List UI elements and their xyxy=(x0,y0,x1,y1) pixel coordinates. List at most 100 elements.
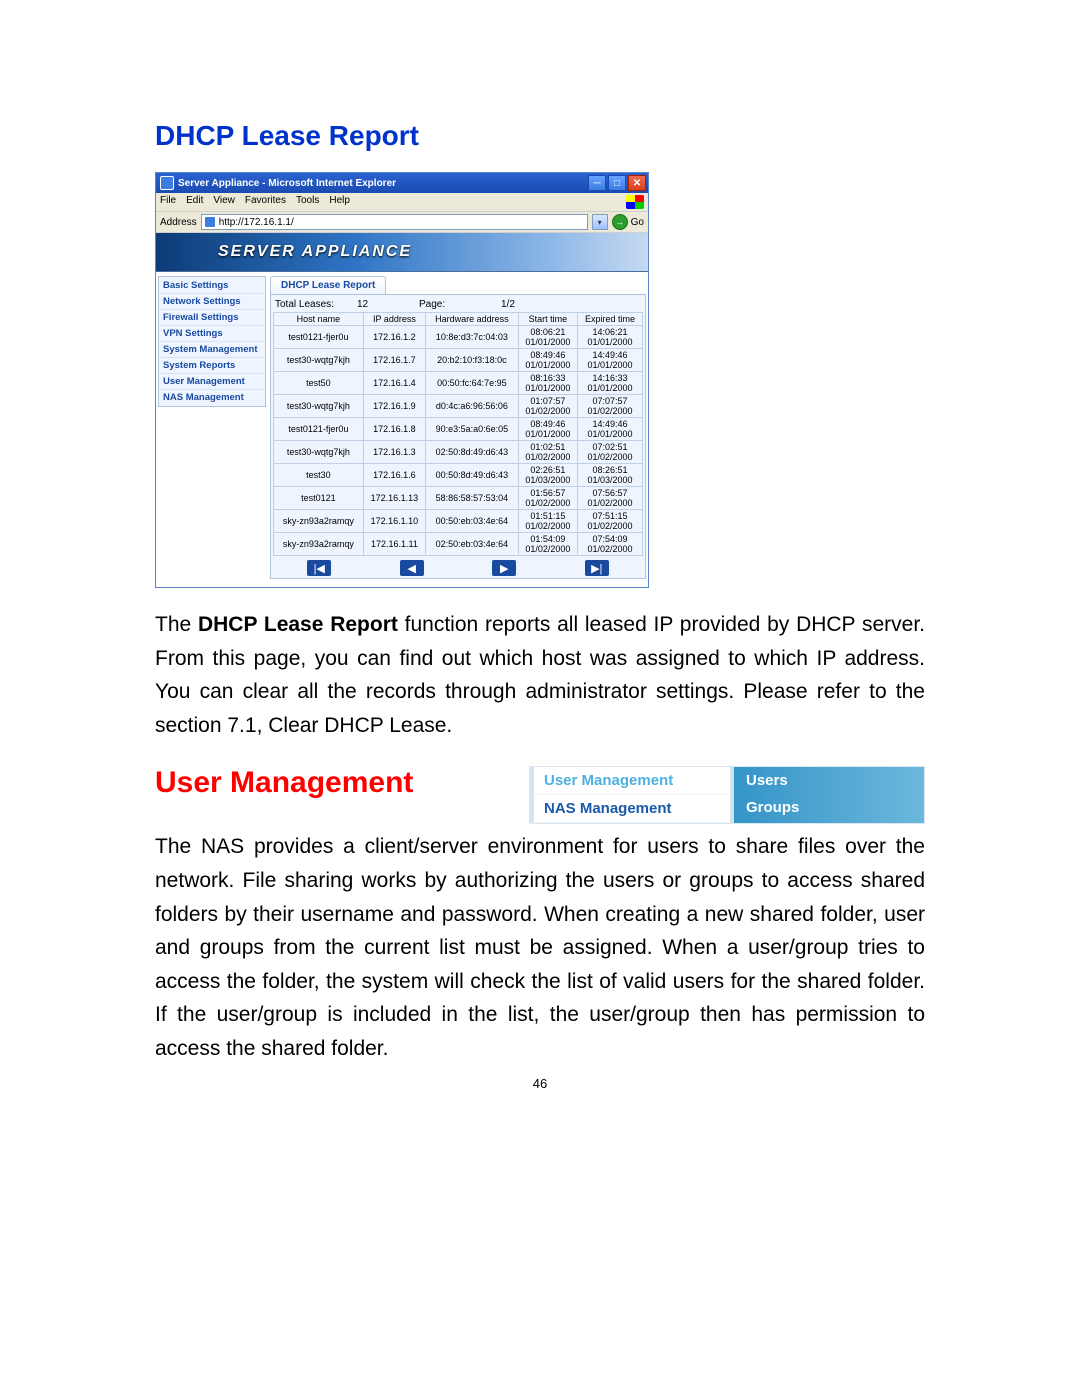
table-cell: test0121-fjer0u xyxy=(274,418,364,441)
menu-help[interactable]: Help xyxy=(329,195,350,209)
close-button[interactable]: ✕ xyxy=(628,175,646,191)
table-row: test0121-fjer0u172.16.1.210:8e:d3:7c:04:… xyxy=(274,326,643,349)
table-cell: test0121 xyxy=(274,487,364,510)
table-cell: 172.16.1.7 xyxy=(363,349,425,372)
table-row: test0121172.16.1.1358:86:58:57:53:0401:5… xyxy=(274,487,643,510)
ie-icon xyxy=(160,176,174,190)
table-cell: 172.16.1.3 xyxy=(363,441,425,464)
menu-favorites[interactable]: Favorites xyxy=(245,195,286,209)
sidebar-item-vpn-settings[interactable]: VPN Settings xyxy=(160,326,264,342)
table-cell: 07:51:1501/02/2000 xyxy=(577,510,642,533)
table-cell: 01:54:0901/02/2000 xyxy=(518,533,577,556)
table-row: test30-wqtg7kjh172.16.1.302:50:8d:49:d6:… xyxy=(274,441,643,464)
table-cell: test30-wqtg7kjh xyxy=(274,395,364,418)
main-panel: DHCP Lease Report Total Leases: 12 Page:… xyxy=(268,274,648,581)
col-hw: Hardware address xyxy=(425,313,518,326)
total-leases-label: Total Leases: xyxy=(275,299,357,310)
table-cell: 08:16:3301/01/2000 xyxy=(518,372,577,395)
sidebar-item-system-reports[interactable]: System Reports xyxy=(160,358,264,374)
table-row: test0121-fjer0u172.16.1.890:e3:5a:a0:6e:… xyxy=(274,418,643,441)
go-arrow-icon: → xyxy=(612,214,628,230)
table-cell: 01:07:5701/02/2000 xyxy=(518,395,577,418)
paragraph-user-management-description: The NAS provides a client/server environ… xyxy=(155,830,925,1065)
table-cell: 01:56:5701/02/2000 xyxy=(518,487,577,510)
table-cell: 14:16:3301/01/2000 xyxy=(577,372,642,395)
screenshot-ie-window: Server Appliance - Microsoft Internet Ex… xyxy=(155,172,649,588)
menu-view[interactable]: View xyxy=(213,195,235,209)
menu-bar: File Edit View Favorites Tools Help xyxy=(156,193,648,212)
sidebar-item-system-management[interactable]: System Management xyxy=(160,342,264,358)
address-url: http://172.16.1.1/ xyxy=(219,217,294,228)
table-cell: sky-zn93a2ramqy xyxy=(274,510,364,533)
table-cell: 172.16.1.11 xyxy=(363,533,425,556)
table-cell: 07:56:5701/02/2000 xyxy=(577,487,642,510)
table-cell: 172.16.1.10 xyxy=(363,510,425,533)
page-label: Page: xyxy=(419,299,501,310)
ie-page-icon xyxy=(204,216,216,228)
table-cell: 14:49:4601/01/2000 xyxy=(577,349,642,372)
table-cell: 02:50:eb:03:4e:64 xyxy=(425,533,518,556)
table-cell: 08:49:4601/01/2000 xyxy=(518,349,577,372)
col-host: Host name xyxy=(274,313,364,326)
submenu-groups[interactable]: Groups xyxy=(734,794,924,821)
col-expired: Expired time xyxy=(577,313,642,326)
submenu-users[interactable]: Users xyxy=(734,767,924,794)
table-cell: test30-wqtg7kjh xyxy=(274,349,364,372)
table-cell: 172.16.1.2 xyxy=(363,326,425,349)
menu-nas-management[interactable]: NAS Management xyxy=(530,795,730,823)
table-cell: test30-wqtg7kjh xyxy=(274,441,364,464)
address-label: Address xyxy=(160,217,197,228)
sidebar-item-user-management[interactable]: User Management xyxy=(160,374,264,390)
heading-dhcp-lease-report: DHCP Lease Report xyxy=(155,120,925,152)
table-cell: test30 xyxy=(274,464,364,487)
table-cell: 01:51:1501/02/2000 xyxy=(518,510,577,533)
table-row: sky-zn93a2ramqy172.16.1.1102:50:eb:03:4e… xyxy=(274,533,643,556)
table-cell: 02:50:8d:49:d6:43 xyxy=(425,441,518,464)
menu-edit[interactable]: Edit xyxy=(186,195,203,209)
table-row: test50172.16.1.400:50:fc:64:7e:9508:16:3… xyxy=(274,372,643,395)
summary-row: Total Leases: 12 Page: 1/2 xyxy=(273,297,643,312)
table-header-row: Host name IP address Hardware address St… xyxy=(274,313,643,326)
table-cell: d0:4c:a6:96:56:06 xyxy=(425,395,518,418)
go-label: Go xyxy=(631,217,644,228)
table-cell: 07:07:5701/02/2000 xyxy=(577,395,642,418)
window-titlebar: Server Appliance - Microsoft Internet Ex… xyxy=(156,173,648,193)
table-cell: 08:26:5101/03/2000 xyxy=(577,464,642,487)
table-cell: 14:49:4601/01/2000 xyxy=(577,418,642,441)
menu-user-management[interactable]: User Management xyxy=(530,767,730,795)
table-cell: test50 xyxy=(274,372,364,395)
menu-file[interactable]: File xyxy=(160,195,176,209)
table-cell: 172.16.1.13 xyxy=(363,487,425,510)
app-banner: SERVER APPLIANCE xyxy=(156,233,648,272)
table-cell: 14:06:2101/01/2000 xyxy=(577,326,642,349)
table-cell: 10:8e:d3:7c:04:03 xyxy=(425,326,518,349)
table-cell: 08:06:2101/01/2000 xyxy=(518,326,577,349)
total-leases-value: 12 xyxy=(357,299,419,310)
sidebar-item-network-settings[interactable]: Network Settings xyxy=(160,294,264,310)
next-page-button[interactable]: ▶ xyxy=(492,560,516,576)
sidebar-item-basic-settings[interactable]: Basic Settings xyxy=(160,278,264,294)
table-cell: 172.16.1.9 xyxy=(363,395,425,418)
table-row: test30172.16.1.600:50:8d:49:d6:4302:26:5… xyxy=(274,464,643,487)
menu-tools[interactable]: Tools xyxy=(296,195,319,209)
last-page-button[interactable]: ▶| xyxy=(585,560,609,576)
maximize-button[interactable]: □ xyxy=(608,175,626,191)
address-dropdown-button[interactable]: ▾ xyxy=(592,214,608,230)
window-title: Server Appliance - Microsoft Internet Ex… xyxy=(178,178,396,189)
table-row: sky-zn93a2ramqy172.16.1.1000:50:eb:03:4e… xyxy=(274,510,643,533)
heading-user-management: User Management xyxy=(155,766,509,800)
prev-page-button[interactable]: ◀ xyxy=(400,560,424,576)
table-cell: 58:86:58:57:53:04 xyxy=(425,487,518,510)
table-cell: 172.16.1.4 xyxy=(363,372,425,395)
table-cell: 07:02:5101/02/2000 xyxy=(577,441,642,464)
table-cell: 20:b2:10:f3:18:0c xyxy=(425,349,518,372)
minimize-button[interactable]: ─ xyxy=(588,175,606,191)
sidebar-item-nas-management[interactable]: NAS Management xyxy=(160,390,264,405)
page-value: 1/2 xyxy=(501,299,563,310)
sidebar-item-firewall-settings[interactable]: Firewall Settings xyxy=(160,310,264,326)
first-page-button[interactable]: |◀ xyxy=(307,560,331,576)
table-cell: test0121-fjer0u xyxy=(274,326,364,349)
go-button[interactable]: → Go xyxy=(612,214,644,230)
tab-dhcp-lease-report[interactable]: DHCP Lease Report xyxy=(270,276,386,294)
address-input[interactable]: http://172.16.1.1/ xyxy=(201,214,588,230)
